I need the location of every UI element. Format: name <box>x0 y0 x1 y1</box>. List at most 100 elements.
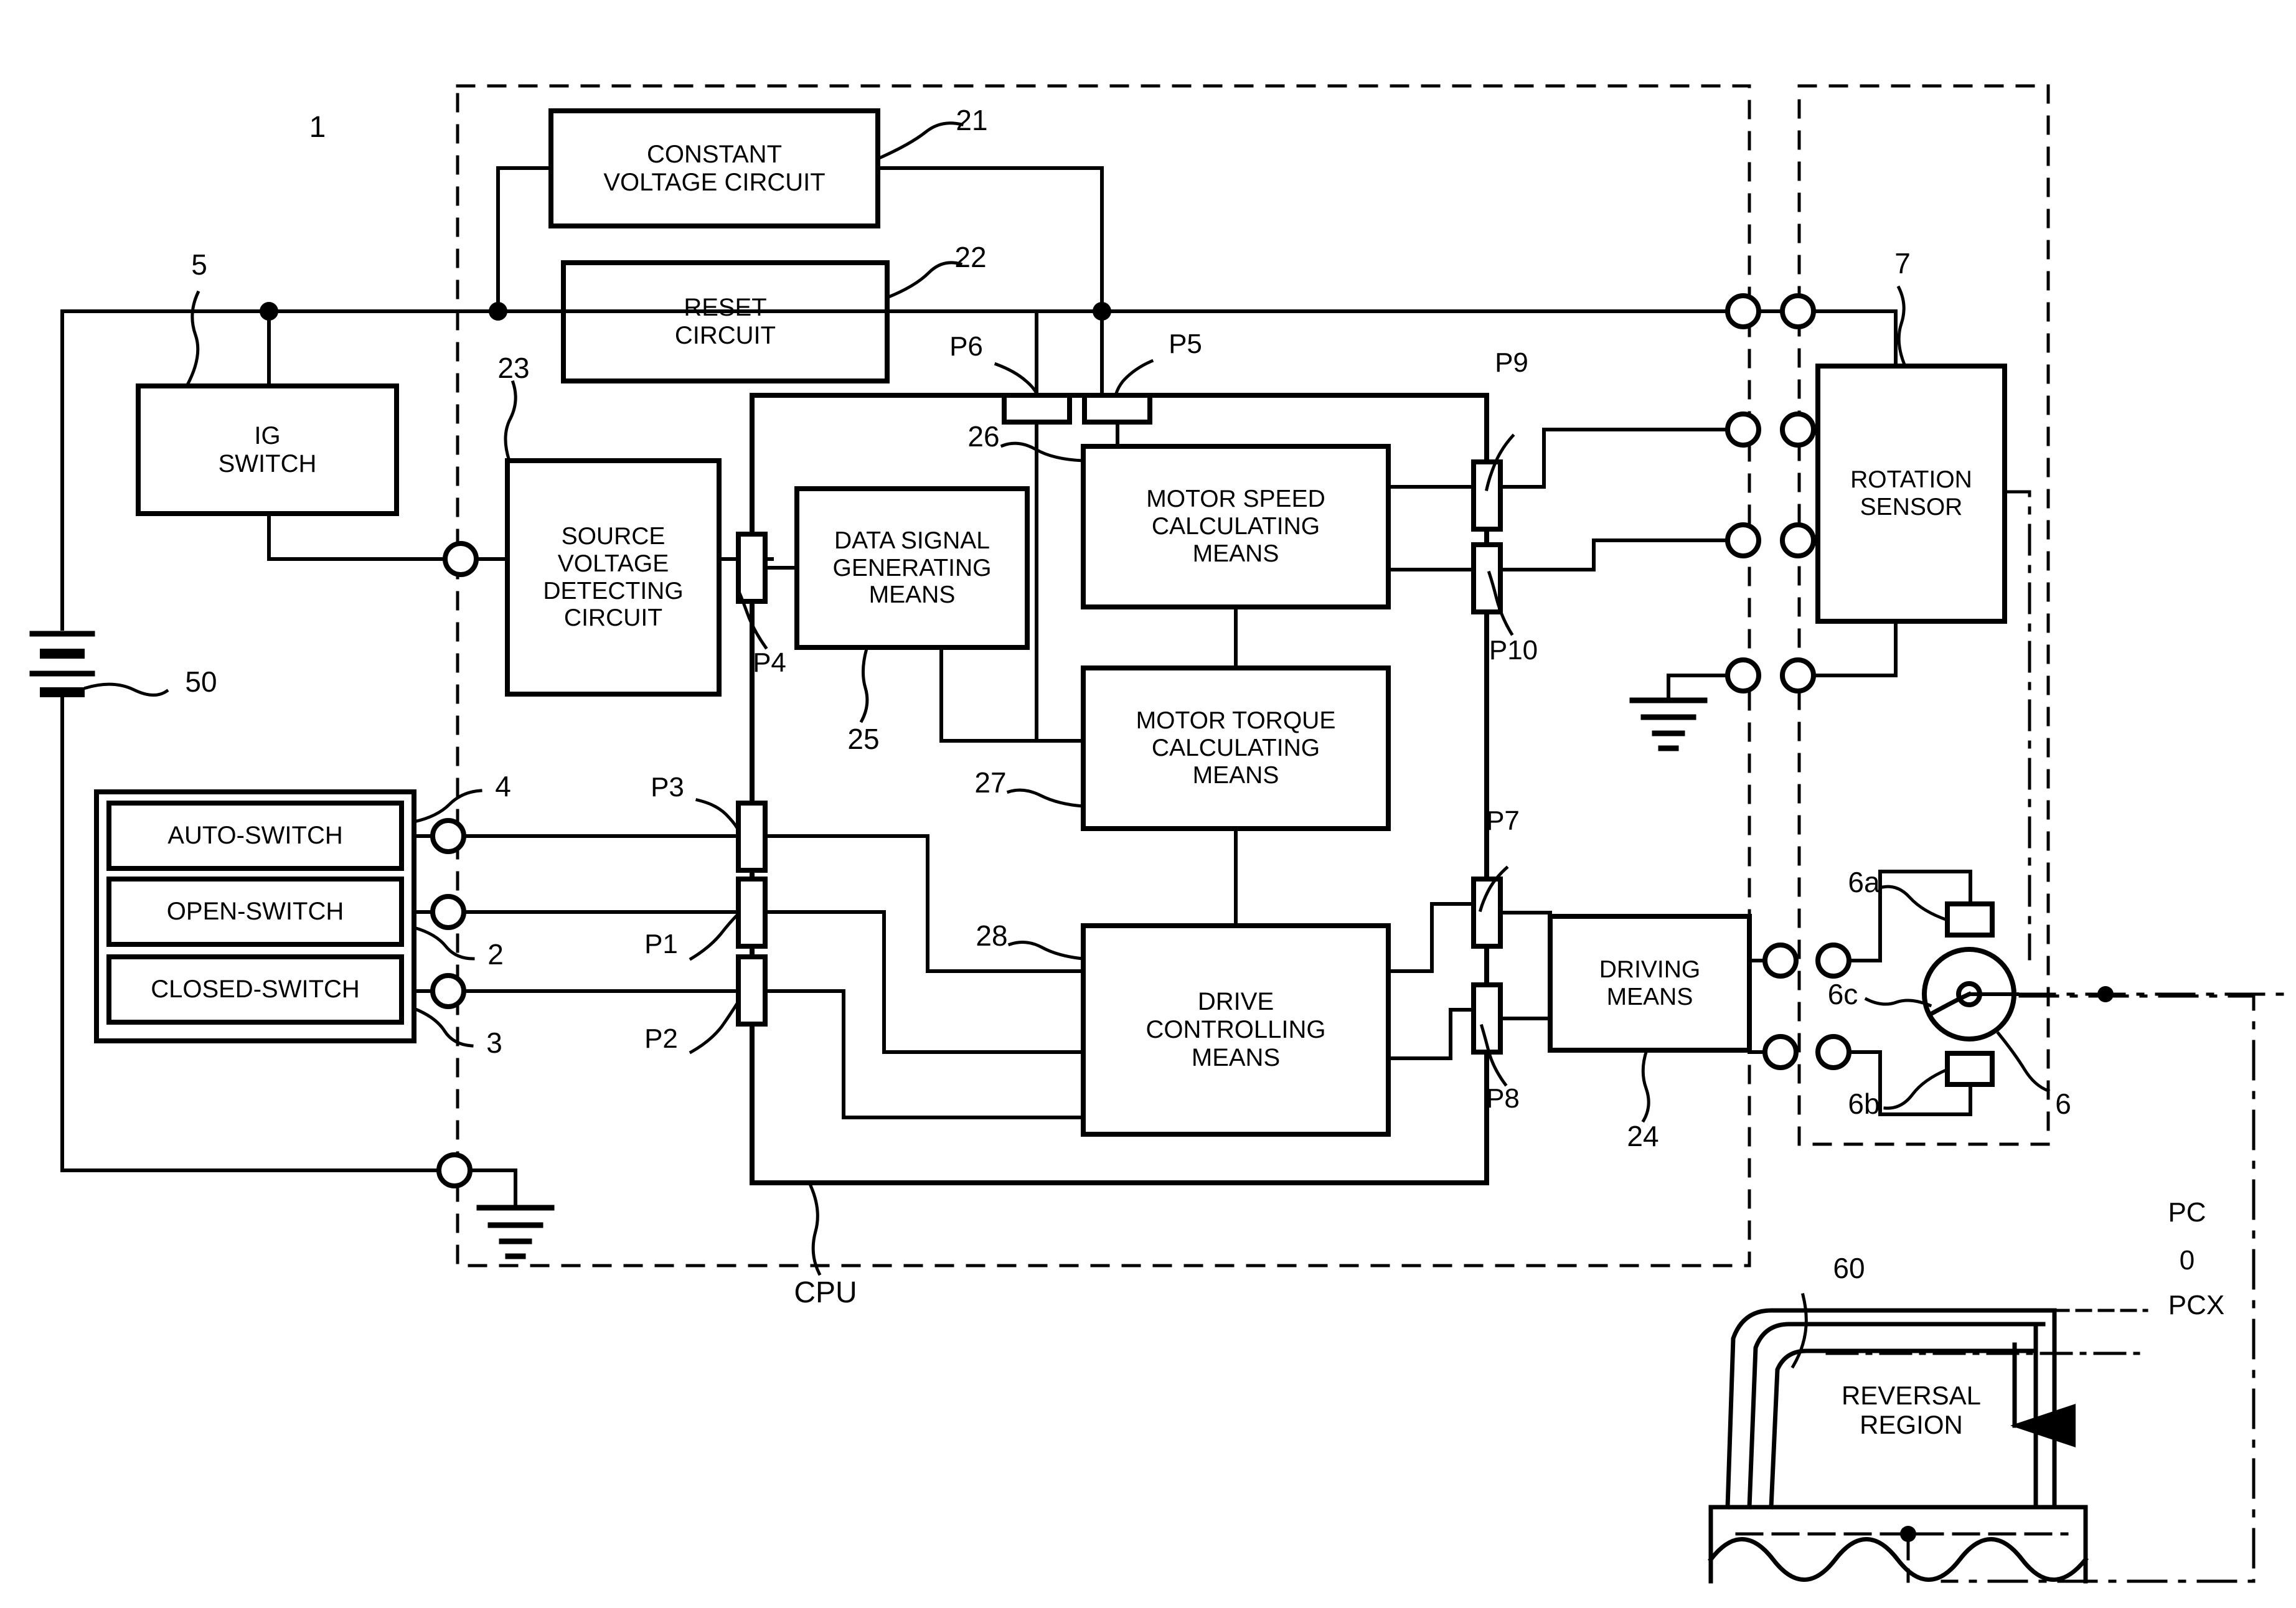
drive-controlling-means-ref: 28 <box>976 919 1008 952</box>
leader-6c <box>1864 997 1932 1008</box>
leader-cpu <box>807 1180 822 1276</box>
motor-speed-calculating-means-label: MOTOR SPEED CALCULATING MEANS <box>1146 486 1325 567</box>
driving-means-label: DRIVING MEANS <box>1599 956 1701 1010</box>
rotation-sensor-label: ROTATION SENSOR <box>1850 466 1972 520</box>
p6-internal-lead <box>1035 420 1085 743</box>
leader-23 <box>504 380 517 463</box>
leader-p3 <box>695 797 740 830</box>
reset-circuit-label: RESET CIRCUIT <box>674 294 776 349</box>
data-signal-generating-means-ref: 25 <box>847 723 880 755</box>
constant-voltage-output-lead <box>876 166 1104 313</box>
port-label-p5: P5 <box>1169 329 1202 359</box>
motor-connector-1a <box>1762 943 1799 979</box>
data-signal-generating-means-label: DATA SIGNAL GENERATING MEANS <box>832 527 992 609</box>
port-pad-p6 <box>1002 393 1072 425</box>
driving-means-ref: 24 <box>1627 1120 1659 1152</box>
auto-switch-label[interactable]: AUTO-SWITCH <box>109 803 402 868</box>
reset-circuit-ref: 22 <box>954 241 987 273</box>
motor-terminal-a-ref: 6a <box>1848 866 1880 898</box>
constant-voltage-input-lead <box>496 166 553 313</box>
port-label-p10: P10 <box>1489 635 1538 665</box>
ground-connector <box>436 1152 473 1188</box>
patent-figure-canvas: 1 CONSTANT VOLTAGE CIRCUIT 21 RESET CIRCUI… <box>0 0 2296 1608</box>
motor-torque-calculating-means-ref: 27 <box>974 766 1007 799</box>
port-pad-p3 <box>736 801 768 873</box>
auto-switch-connector <box>430 818 466 854</box>
p3-internal-lead <box>763 834 1085 973</box>
leader-5 <box>184 290 200 388</box>
leader-2 <box>412 925 475 961</box>
leader-50 <box>83 682 169 697</box>
closed-switch-connector <box>430 973 466 1009</box>
rotation-sensor-connector-3a <box>1725 522 1761 558</box>
motor-terminal-bottom <box>1945 1051 1995 1087</box>
rotation-sensor-connector-1a <box>1725 293 1761 329</box>
leader-3 <box>412 1006 474 1048</box>
port-label-p2: P2 <box>644 1023 678 1054</box>
open-switch-connector <box>430 894 466 930</box>
port-pad-p9 <box>1471 459 1503 532</box>
port-pad-p2 <box>736 954 768 1027</box>
motor-terminal-b-ref: 6b <box>1848 1088 1880 1120</box>
port-pad-p7 <box>1471 877 1503 949</box>
reversal-region-label: REVERSAL REGION <box>1841 1380 1982 1439</box>
ig-switch-bottom-lead <box>267 512 450 561</box>
leader-26 <box>1000 441 1085 463</box>
motor-torque-calculating-means-label: MOTOR TORQUE CALCULATING MEANS <box>1136 707 1336 789</box>
port-pad-p4 <box>736 532 768 604</box>
open-switch-label[interactable]: OPEN-SWITCH <box>109 879 402 944</box>
leader-24 <box>1641 1048 1650 1123</box>
rotation-sensor-connector-4b <box>1780 657 1816 694</box>
rotation-sensor-connector-1b <box>1780 293 1816 329</box>
leader-p5 <box>1114 359 1154 396</box>
p9-out-lead <box>1499 428 1729 489</box>
motor-terminal-top <box>1945 901 1995 938</box>
closed-switch-label[interactable]: CLOSED-SWITCH <box>109 957 402 1022</box>
leader-p1 <box>689 913 740 961</box>
rotation-sensor-connector-2b <box>1780 411 1816 448</box>
pcx-label: PCX <box>2168 1290 2225 1320</box>
port-label-p4: P4 <box>753 647 786 678</box>
motor-connector-1b <box>1815 943 1851 979</box>
source-voltage-connector <box>443 541 479 577</box>
pc-label: PC <box>2168 1197 2206 1228</box>
window-ref: 60 <box>1833 1252 1865 1284</box>
zero-label: 0 <box>2179 1245 2195 1276</box>
closed-switch-ref: 3 <box>486 1027 502 1059</box>
battery-ref: 50 <box>185 665 217 698</box>
constant-voltage-circuit-label: CONSTANT VOLTAGE CIRCUIT <box>603 140 826 196</box>
port-pad-p1 <box>736 877 768 949</box>
rotation-sensor-ref: 7 <box>1894 247 1911 280</box>
leader-60 <box>1790 1292 1808 1369</box>
drive-controlling-means-label: DRIVE CONTROLLING MEANS <box>1146 988 1326 1071</box>
leader-25 <box>859 646 869 723</box>
ground-symbol-left <box>476 1205 555 1259</box>
leader-p6 <box>994 362 1039 396</box>
data-signal-output-lead <box>939 646 1038 743</box>
leader-27 <box>1006 788 1085 808</box>
port-label-p6: P6 <box>949 331 983 362</box>
ground-symbol-sensor <box>1629 697 1708 751</box>
source-voltage-detecting-circuit-ref: 23 <box>497 352 530 384</box>
battery-symbol <box>29 631 95 697</box>
motor-connector-2a <box>1762 1034 1799 1070</box>
port-pad-p5 <box>1082 393 1152 425</box>
motor-body-ref: 6c <box>1827 978 1858 1010</box>
motor-shaft-axis-dot <box>2097 986 2114 1002</box>
ig-switch-label: IG SWITCH <box>218 421 317 477</box>
p10-out-lead <box>1499 538 1729 571</box>
source-voltage-detecting-circuit-label: SOURCE VOLTAGE DETECTING CIRCUIT <box>543 523 684 632</box>
motor-connector-2b <box>1815 1034 1851 1070</box>
port-label-p7: P7 <box>1486 806 1520 836</box>
cpu-label: CPU <box>794 1276 857 1309</box>
p2-internal-lead <box>763 989 1085 1119</box>
ground-lead <box>468 1168 517 1210</box>
rotation-sensor-shaft-link <box>2003 490 2031 961</box>
p1-internal-lead <box>763 910 1085 1054</box>
drive-output-lead-2 <box>1386 1008 1475 1060</box>
auto-switch-ref: 4 <box>495 770 511 802</box>
leader-7 <box>1896 285 1908 369</box>
rotation-sensor-lead-1 <box>1812 309 1898 368</box>
motor-speed-calculating-means-ref: 26 <box>967 420 1000 453</box>
leader-6 <box>1996 1031 2051 1093</box>
